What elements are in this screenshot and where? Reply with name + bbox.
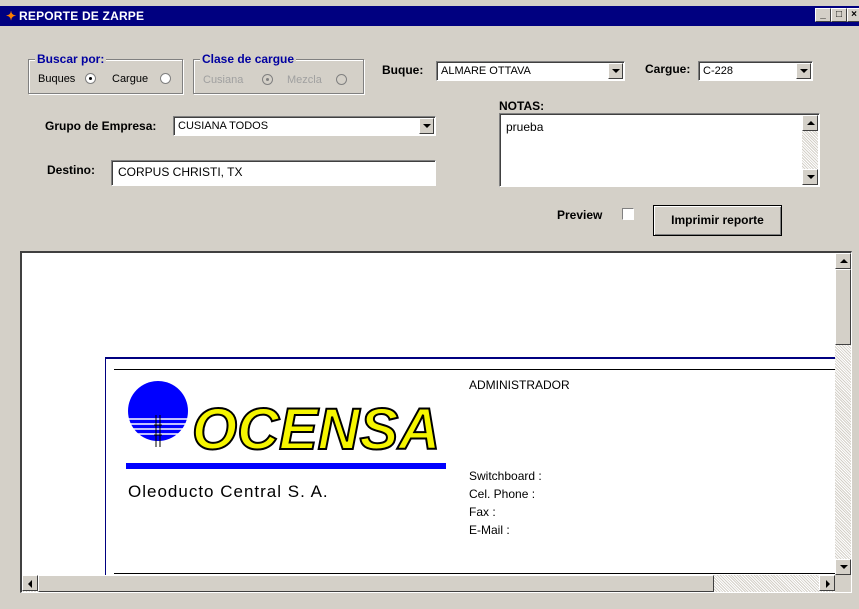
report-window: ✦ REPORTE DE ZARPE _ □ × Buscar por: Buq… <box>0 0 859 609</box>
vessel-select[interactable]: ALMARE OTTAVA <box>436 61 625 81</box>
maximize-icon: □ <box>835 9 843 20</box>
load-value: C-228 <box>703 65 733 77</box>
contact-field: Cel. Phone : <box>469 487 536 501</box>
search-by-legend: Buscar por: <box>35 52 107 66</box>
preview-scroll-left-button[interactable] <box>22 575 38 591</box>
report-preview[interactable]: OCENSA Oleoducto Central S. A. ADMINISTR… <box>20 251 852 593</box>
load-select[interactable]: C-228 <box>698 61 813 81</box>
chevron-down-icon <box>800 69 808 73</box>
notes-textarea[interactable]: prueba <box>499 113 820 187</box>
page-border-top <box>105 357 836 359</box>
search-by-option-label: Cargue <box>112 73 149 85</box>
load-class-option-label: Cusiana <box>203 74 244 86</box>
arrow-left-icon <box>28 580 32 588</box>
close-button[interactable]: × <box>847 8 859 22</box>
vessel-value: ALMARE OTTAVA <box>441 65 531 77</box>
arrow-up-icon <box>840 259 848 263</box>
notes-scroll-up-button[interactable] <box>802 115 818 131</box>
report-header-title: ADMINISTRADOR <box>469 378 570 392</box>
load-class-cusiana-radio[interactable] <box>262 74 273 85</box>
app-icon: ✦ <box>6 9 17 23</box>
search-by-load-radio[interactable] <box>160 73 171 84</box>
header-rule <box>114 369 836 370</box>
contact-field: E-Mail : <box>469 523 510 537</box>
search-by-option-label: Buques <box>38 73 76 85</box>
destination-input[interactable]: CORPUS CHRISTI, TX <box>111 160 436 186</box>
load-label: Cargue: <box>645 62 691 76</box>
notes-scroll-down-button[interactable] <box>802 169 818 185</box>
logo-tagline: Oleoducto Central S. A. <box>128 482 329 501</box>
title-bar[interactable]: ✦ REPORTE DE ZARPE _ □ × <box>0 6 859 26</box>
contact-field: Fax : <box>469 505 496 519</box>
ocensa-logo-graphic: OCENSA Oleoducto Central S. A. <box>126 381 446 501</box>
window-title: REPORTE DE ZARPE <box>19 9 145 23</box>
preview-scroll-right-button[interactable] <box>819 575 835 591</box>
preview-scroll-up-button[interactable] <box>835 253 851 269</box>
notes-scrollbar[interactable] <box>802 115 818 185</box>
company-group-label: Grupo de Empresa: <box>45 119 157 133</box>
scrollbar-corner <box>835 575 851 592</box>
search-by-vessels-radio[interactable] <box>85 73 96 84</box>
footer-rule <box>114 573 836 574</box>
company-group-value: CUSIANA TODOS <box>178 120 269 132</box>
preview-scroll-down-button[interactable] <box>835 559 851 575</box>
load-class-option-label: Mezcla <box>287 74 322 86</box>
arrow-down-icon <box>840 565 848 569</box>
minimize-icon: _ <box>820 9 826 20</box>
ocensa-logo: OCENSA Oleoducto Central S. A. <box>126 375 448 515</box>
vessel-label: Buque: <box>382 63 424 77</box>
minimize-button[interactable]: _ <box>815 8 831 22</box>
arrow-up-icon <box>807 121 815 125</box>
preview-vertical-scrollbar[interactable] <box>835 253 851 575</box>
preview-checkbox[interactable] <box>622 208 634 220</box>
preview-horizontal-thumb[interactable] <box>38 575 714 592</box>
page-border-left <box>105 357 106 592</box>
load-class-mezcla-radio[interactable] <box>336 74 347 85</box>
logo-brand-text: OCENSA <box>192 397 440 462</box>
load-class-legend: Clase de cargue <box>200 52 297 66</box>
close-icon: × <box>851 9 857 20</box>
preview-label: Preview <box>557 208 603 222</box>
preview-vertical-thumb[interactable] <box>835 269 851 345</box>
notes-label: NOTAS: <box>499 99 545 113</box>
print-report-button[interactable]: Imprimir reporte <box>653 205 782 236</box>
chevron-down-icon <box>423 124 431 128</box>
arrow-down-icon <box>807 175 815 179</box>
load-dropdown-button[interactable] <box>796 63 811 79</box>
company-group-select[interactable]: CUSIANA TODOS <box>173 116 436 136</box>
arrow-right-icon <box>826 580 830 588</box>
notes-value: prueba <box>506 120 544 134</box>
company-group-dropdown-button[interactable] <box>419 118 434 134</box>
destination-value: CORPUS CHRISTI, TX <box>118 165 243 179</box>
destination-label: Destino: <box>47 163 95 177</box>
maximize-button[interactable]: □ <box>831 8 847 22</box>
chevron-down-icon <box>612 69 620 73</box>
vessel-dropdown-button[interactable] <box>608 63 623 79</box>
contact-field: Switchboard : <box>469 469 542 483</box>
preview-horizontal-scrollbar[interactable] <box>22 575 835 592</box>
